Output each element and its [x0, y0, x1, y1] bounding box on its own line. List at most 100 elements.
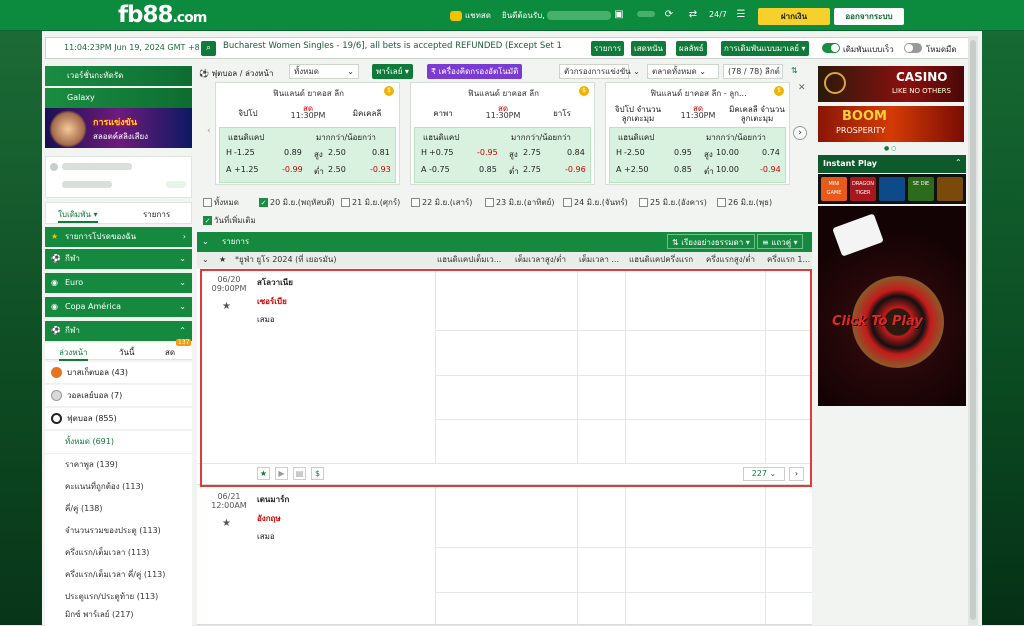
carousel-next-icon[interactable]: › — [793, 126, 807, 140]
cashout-icon[interactable]: $ — [311, 467, 324, 480]
date-25[interactable]: 25 มิ.ย.(อังคาร) — [639, 196, 707, 209]
items-button[interactable]: รายการ — [591, 41, 625, 56]
deposit-button[interactable]: ฝากเงิน — [758, 8, 830, 25]
stats-icon[interactable]: ▤ — [293, 467, 306, 480]
clock: 11:04:23PM Jun 19, 2024 GMT +8 — [64, 43, 200, 52]
market-dropdown[interactable]: ตลาดทั้งหมด ⌄ — [647, 64, 719, 79]
date-all[interactable]: ทั้งหมด — [203, 196, 239, 209]
compact-version-banner[interactable]: เวอร์ชั่นกะทัดรัด — [45, 66, 192, 86]
sub-all[interactable]: ทั้งหมด (691) — [45, 431, 192, 453]
tab-betslip[interactable]: ใบเดิมพัน ▾ — [58, 208, 98, 223]
game-tile[interactable] — [937, 177, 963, 201]
promo-banner[interactable]: การแข่งขัน สลอตค์สลิงเสียง — [45, 108, 192, 148]
league-star-icon[interactable]: ★ — [219, 252, 226, 268]
user-icon — [50, 163, 58, 171]
tab-live[interactable]: สด — [165, 346, 175, 359]
football-icon — [51, 413, 62, 424]
prosperity-banner[interactable]: BOOM PROSPERITY — [818, 106, 964, 142]
date-22[interactable]: 22 มิ.ย.(เสาร์) — [411, 196, 472, 209]
date-23[interactable]: 23 มิ.ย.(อาทิตย์) — [485, 196, 554, 209]
checklist-icon[interactable]: ☰ — [734, 9, 748, 21]
game-tile[interactable]: MINI GAME — [821, 177, 847, 201]
sort-dropdown[interactable]: ⇅ เรียงอย่างธรรมดา ▾ — [667, 234, 755, 249]
tab-early[interactable]: ล่วงหน้า — [59, 346, 88, 361]
sub-ht-ft-odd-even[interactable]: ครึ่งแรก/เต็มเวลา คี่/คู่ (113) — [45, 564, 192, 586]
date-20[interactable]: ✓ 20 มิ.ย.(พฤหัสบดี) — [259, 196, 335, 209]
nav-euro[interactable]: ◉ Euro ⌄ — [45, 273, 192, 293]
sport-basketball[interactable]: บาสเก็ตบอล (43) — [45, 362, 192, 384]
sport-football[interactable]: ฟุตบอล (855) — [45, 408, 192, 430]
search-icon[interactable]: ⌕ — [201, 41, 216, 56]
sport-filter-dropdown[interactable]: ทั้งหมด ⌄ — [289, 64, 359, 79]
collapse-icon[interactable]: ⌃ — [955, 158, 962, 167]
time-tabs: ล่วงหน้า วันนี้ สด 137 — [45, 339, 192, 361]
statement-button[interactable]: เสดหนัน — [631, 41, 667, 56]
support-icon[interactable]: 24/7 — [708, 9, 728, 21]
sort-arrows-icon[interactable]: ⇅ — [791, 66, 798, 75]
fb88-logo[interactable]: fb88.com — [118, 2, 207, 28]
sub-correct-score[interactable]: คะแนนที่ถูกต้อง (113) — [45, 476, 192, 498]
dark-mode-toggle[interactable] — [904, 43, 922, 53]
page-scrollbar[interactable] — [968, 36, 978, 625]
galaxy-banner[interactable]: Galaxy — [45, 88, 192, 108]
logout-button[interactable]: ออกจากระบบ — [834, 8, 904, 25]
transfer-icon[interactable]: ⇄ — [686, 9, 700, 21]
close-icon[interactable]: ✕ — [798, 83, 806, 93]
view-dropdown[interactable]: ≡ แถวคู่ ▾ — [757, 234, 803, 249]
live-card[interactable]: ฟินแลนด์ ยาคอส ลีก $ จิปโป สด 11:30PM มิคเคล… — [215, 82, 400, 185]
left-background — [0, 30, 42, 625]
wallet-icon[interactable]: ▣ — [612, 9, 626, 21]
league-collapse-icon[interactable]: ⌄ — [202, 252, 209, 268]
game-tile[interactable] — [879, 177, 905, 201]
nav-favorites[interactable]: ★ รายการโปรดของฉัน › — [45, 227, 192, 247]
sub-ht-ft[interactable]: ครึ่งแรก/เต็มเวลา (113) — [45, 542, 192, 564]
results-button[interactable]: ผลลัพธ์ — [676, 41, 707, 56]
casino-banner[interactable]: CASINO LIKE NO OTHERS — [818, 66, 964, 102]
league-count[interactable]: (78 / 78) ลีกต์ — [723, 64, 783, 79]
collapse-icon[interactable]: ⌄ — [202, 232, 209, 252]
live-chat-link[interactable]: แชทสด — [450, 9, 491, 22]
more-bets-button[interactable]: 227 ⌄ — [743, 467, 785, 481]
date-24[interactable]: 24 มิ.ย.(จันทร์) — [563, 196, 628, 209]
live-card[interactable]: ฟินแลนด์ ยาคอส ลีก - ลูก... $ จิปโป จำนวน… — [605, 82, 790, 185]
date-26[interactable]: 26 มิ.ย.(พุธ) — [717, 196, 772, 209]
next-icon[interactable]: › — [789, 467, 804, 481]
parlay-button[interactable]: พาร์เลย์ ▾ — [372, 64, 413, 79]
banner-dots[interactable]: ● ○ — [884, 145, 896, 152]
live-card[interactable]: ฟินแลนด์ ยาคอส ลีก $ คาพา สด 11:30PM ยาโร แฮ… — [410, 82, 595, 185]
nav-sports[interactable]: ⚽ กีฬา ⌄ — [45, 249, 192, 269]
favorite-star-icon[interactable]: ★ — [222, 518, 231, 529]
favorite-icon[interactable]: ★ — [257, 467, 270, 480]
tab-list[interactable]: รายการ — [143, 208, 170, 221]
top-bar: fb88.com แชทสด ยินดีต้อนรับ, ▣ ⟳ ⇄ 24/7 … — [0, 0, 1024, 31]
date-more[interactable]: ✓ วันที่เพิ่มเติม — [203, 214, 256, 227]
match-time: 06/21 12:00AM — [211, 492, 247, 510]
quick-bet-toggle[interactable] — [822, 43, 840, 53]
auto-filter-button[interactable]: ₹ เครื่องคิดกรองอัตโนมัติ — [427, 64, 523, 79]
click-to-play: Click To Play — [832, 314, 923, 329]
play-icon[interactable]: ▶ — [275, 467, 288, 480]
roulette-banner[interactable]: Click To Play — [818, 206, 966, 406]
sport-volleyball[interactable]: วอลเลย์บอล (7) — [45, 385, 192, 407]
sub-odd-even[interactable]: คี่/คู่ (138) — [45, 498, 192, 520]
game-tile[interactable]: DRAGON TIGER — [850, 177, 876, 201]
column-header: ⌄ ★ *ยูฟ่า ยูโร 2024 (ที่ เยอรมัน) แฮนดิ… — [197, 252, 812, 268]
grid-title: รายการ — [222, 237, 250, 246]
odds-type-dropdown[interactable]: การเดิมพันแบบมาเลย์ ▾ — [721, 41, 809, 56]
coin-icon: $ — [579, 86, 589, 96]
refresh-icon[interactable]: ⟳ — [662, 9, 676, 21]
match-filter-dropdown[interactable]: ตัวกรองการแข่งขัน ⌄ — [559, 64, 640, 79]
date-21[interactable]: 21 มิ.ย.(ศุกร์) — [341, 196, 400, 209]
sub-total-goals[interactable]: จำนวนรวมของประตู (113) — [45, 520, 192, 542]
nav-sports-2[interactable]: ⚽ กีฬา ⌃ — [45, 321, 192, 341]
right-sidebar: CASINO LIKE NO OTHERS BOOM PROSPERITY ● … — [818, 66, 966, 625]
tab-today[interactable]: วันนี้ — [119, 346, 134, 359]
announcement-marquee[interactable]: Bucharest Women Singles - 19/6], all bet… — [223, 41, 593, 51]
nav-copa-america[interactable]: ◉ Copa América ⌄ — [45, 297, 192, 317]
sub-pool[interactable]: ราคาพูล (139) — [45, 454, 192, 476]
sub-mix-parlay[interactable]: มิกซ์ พาร์เลย์ (217) — [45, 604, 192, 626]
favorite-star-icon[interactable]: ★ — [222, 301, 231, 312]
carousel-prev-icon[interactable]: ‹ — [207, 126, 211, 136]
game-tile[interactable]: SE DIE — [908, 177, 934, 201]
betslip-tabs: ใบเดิมพัน ▾ รายการ — [45, 202, 192, 224]
